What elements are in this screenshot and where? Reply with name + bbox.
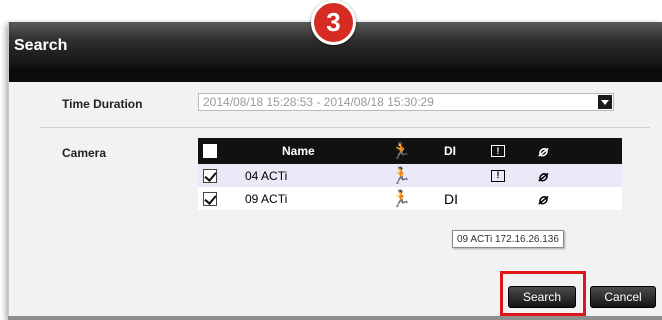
select-all-checkbox[interactable] [203, 144, 217, 158]
time-duration-label: Time Duration [62, 97, 143, 111]
di-column-header: DI [444, 144, 456, 158]
motion-icon: 🏃 [391, 167, 411, 185]
camera-table-header: Name 🏃 DI ! ⌀ [198, 138, 622, 164]
dialog-bottom-edge [8, 316, 662, 320]
motion-icon: 🏃 [391, 143, 411, 160]
camera-row[interactable]: 04 ACTi 🏃 ! ⌀ [198, 164, 622, 187]
camera-tooltip: 09 ACTi 172.16.26.136 [452, 230, 564, 248]
time-duration-select[interactable]: 2014/08/18 15:28:53 - 2014/08/18 15:30:2… [198, 93, 614, 111]
motion-icon: 🏃 [391, 190, 411, 208]
camera-name: 04 ACTi [245, 168, 288, 183]
cancel-button[interactable]: Cancel [590, 286, 656, 308]
link-icon: ⌀ [538, 190, 548, 208]
alarm-icon: ! [491, 145, 505, 157]
titlebar-strip [9, 68, 662, 82]
alarm-icon: ! [491, 169, 505, 182]
camera-label: Camera [62, 146, 107, 160]
name-column-header: Name [282, 144, 315, 158]
link-icon: ⌀ [538, 143, 548, 160]
dropdown-arrow-icon[interactable] [598, 95, 612, 109]
search-button-highlight [500, 271, 586, 316]
camera-checkbox[interactable] [203, 168, 217, 183]
camera-di: DI [444, 190, 458, 207]
link-icon: ⌀ [538, 167, 548, 185]
dialog-title: Search [14, 37, 68, 54]
time-duration-value: 2014/08/18 15:28:53 - 2014/08/18 15:30:2… [203, 95, 434, 109]
step-number-badge: 3 [311, 0, 356, 45]
camera-name: 09 ACTi [245, 191, 288, 206]
section-divider [40, 127, 650, 128]
camera-table: Name 🏃 DI ! ⌀ 04 ACTi 🏃 ! ⌀ 09 ACTi 🏃 DI… [198, 138, 622, 210]
camera-checkbox[interactable] [203, 191, 217, 206]
camera-row[interactable]: 09 ACTi 🏃 DI ⌀ [198, 187, 622, 210]
